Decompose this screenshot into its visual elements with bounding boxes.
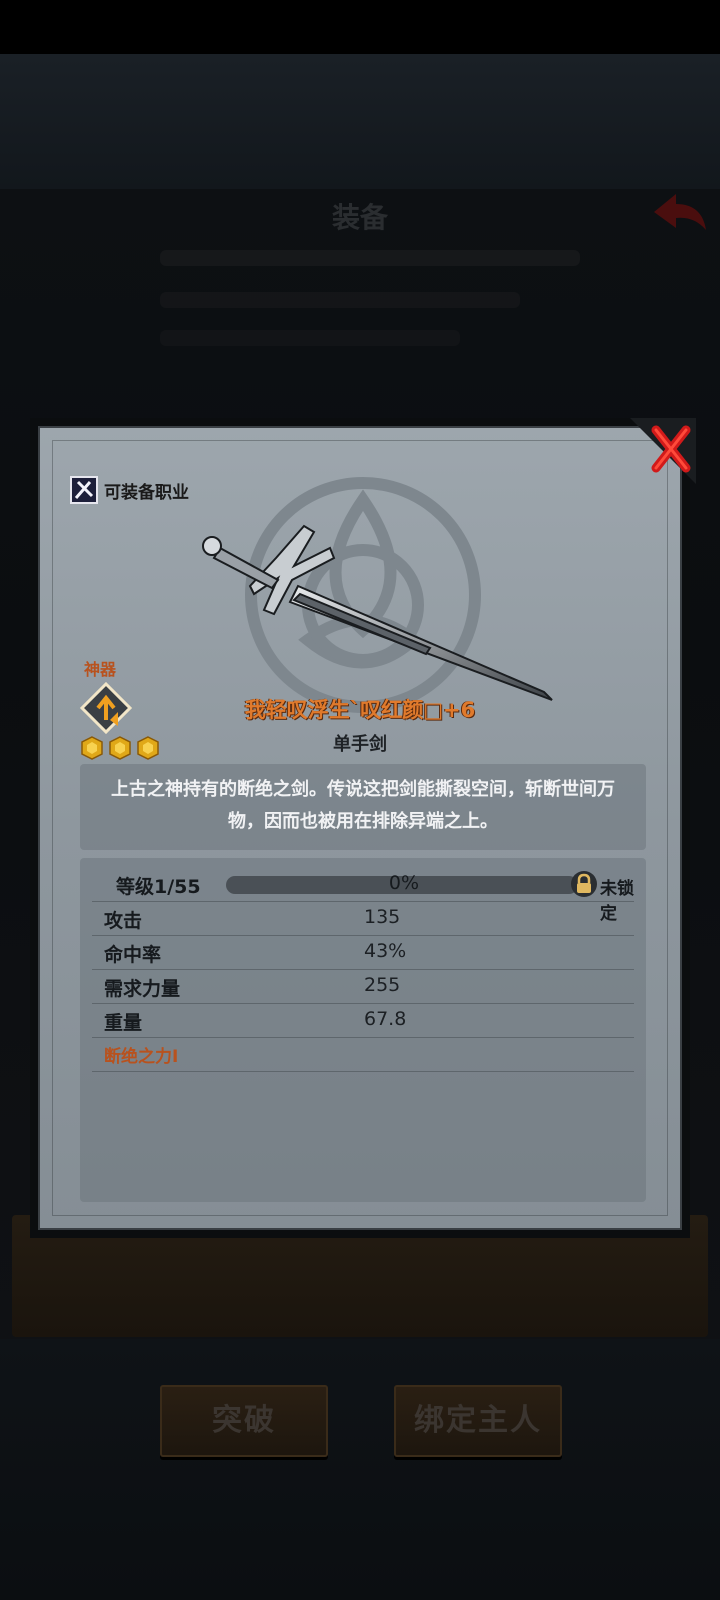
stat-name: 攻击 <box>104 910 143 932</box>
star-icon <box>109 736 131 760</box>
artifact-rarity-icon <box>80 682 132 734</box>
background-title: 装备 <box>331 201 388 234</box>
level-label: 等级1/55 <box>116 876 201 898</box>
close-icon[interactable] <box>630 418 696 484</box>
background-text-line <box>160 330 460 346</box>
stat-value: 43% <box>364 940 407 962</box>
star-icon <box>137 736 159 760</box>
stat-row: 攻击 135 <box>92 902 634 936</box>
stat-value: 135 <box>364 906 401 928</box>
back-arrow-icon <box>654 194 706 230</box>
background-text-line <box>160 250 580 266</box>
status-bar-area <box>0 0 720 54</box>
star-icon <box>81 736 103 760</box>
equip-class-label: 可装备职业 <box>104 483 189 503</box>
dialog-panel: 可装备职业 神器 我轻叹浮生`叹红颜□+6 单手剑 上古之神持有的断绝之剑。传说… <box>38 426 682 1230</box>
stat-row: 需求力量 255 <box>92 970 634 1004</box>
item-type: 单手剑 <box>333 734 387 755</box>
stat-name: 命中率 <box>104 944 162 966</box>
item-detail-dialog: 可装备职业 神器 我轻叹浮生`叹红颜□+6 单手剑 上古之神持有的断绝之剑。传说… <box>30 418 696 1238</box>
item-description: 上古之神持有的断绝之剑。传说这把剑能撕裂空间，斩断世间万物，因而也被用在排除异端… <box>111 779 615 832</box>
class-icon[interactable] <box>70 476 98 504</box>
background-footer <box>0 1339 720 1600</box>
lock-icon[interactable] <box>570 870 598 898</box>
stat-row: 重量 67.8 <box>92 1004 634 1038</box>
level-progress-text: 0% <box>388 872 420 894</box>
stat-name: 需求力量 <box>104 978 181 1000</box>
item-name: 我轻叹浮生`叹红颜□+6 <box>244 698 476 722</box>
rarity-label: 神器 <box>84 660 117 679</box>
breakthrough-button[interactable]: 突破 <box>160 1385 328 1457</box>
stat-value: 255 <box>364 974 401 996</box>
stat-name: 重量 <box>104 1012 143 1034</box>
sword-icon <box>202 524 553 701</box>
special-skill-row: 断绝之力I <box>92 1038 634 1072</box>
stat-row: 命中率 43% <box>92 936 634 970</box>
special-skill-name: 断绝之力I <box>104 1047 179 1067</box>
background-banner <box>0 54 720 189</box>
bind-owner-button[interactable]: 绑定主人 <box>394 1385 562 1457</box>
background-text-line <box>160 292 520 308</box>
description-box: 上古之神持有的断绝之剑。传说这把剑能撕裂空间，斩断世间万物，因而也被用在排除异端… <box>80 764 646 850</box>
stat-value: 67.8 <box>364 1008 407 1030</box>
level-row: 等级1/55 0% 未锁定 <box>92 864 634 924</box>
stats-panel: 等级1/55 0% 未锁定 攻击 135 命中率 43% 需求力量 255 重量… <box>80 858 646 1202</box>
